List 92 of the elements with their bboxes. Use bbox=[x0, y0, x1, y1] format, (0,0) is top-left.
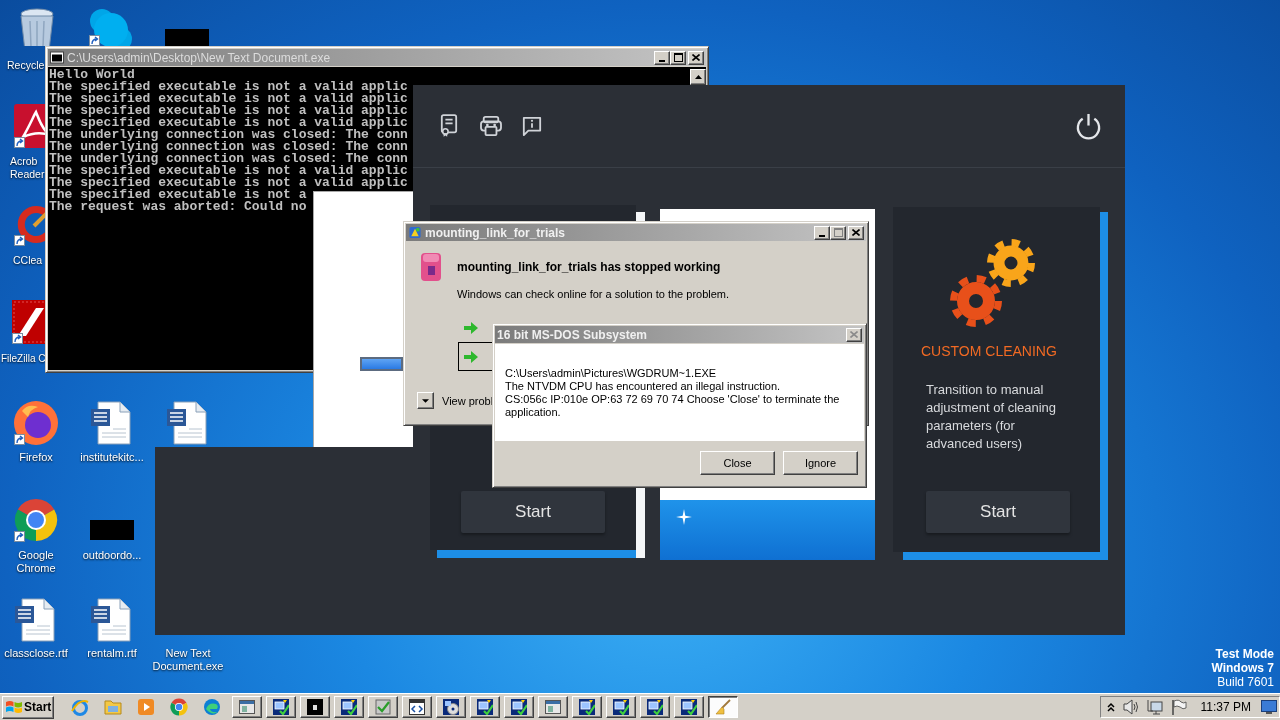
minimize-icon bbox=[659, 59, 665, 62]
installer-icon bbox=[647, 699, 663, 715]
window-icon bbox=[239, 699, 255, 715]
document-icon[interactable] bbox=[90, 598, 134, 642]
desktop-notice: Windows 7 bbox=[1211, 661, 1274, 675]
icon-label[interactable]: New Text Document.exe bbox=[149, 647, 227, 673]
minimize-icon bbox=[819, 234, 825, 237]
details-toggle-button[interactable] bbox=[417, 392, 434, 409]
card-description: Transition to manual adjustment of cleaning parameters (for advanced users) bbox=[926, 381, 1058, 453]
window-title: mounting_link_for_trials bbox=[425, 225, 566, 240]
window-title: 16 bit MS-DOS Subsystem bbox=[497, 327, 648, 342]
close-button[interactable] bbox=[848, 225, 864, 240]
chevron-up-icon[interactable] bbox=[1106, 702, 1115, 712]
speaker-icon[interactable] bbox=[1122, 699, 1139, 715]
window-title: C:\Users\admin\Desktop\New Text Document.exe bbox=[67, 50, 331, 65]
icon-label[interactable]: Google Chrome bbox=[3, 549, 69, 575]
icon-label[interactable]: classclose.rtf bbox=[4, 647, 68, 660]
dialog-heading: mounting_link_for_trials has stopped working bbox=[457, 260, 721, 274]
taskbar-button[interactable] bbox=[708, 696, 738, 718]
certificate-icon[interactable] bbox=[440, 114, 458, 138]
close-button[interactable]: Close bbox=[700, 451, 775, 475]
ftp-app-icon[interactable] bbox=[12, 300, 45, 344]
icon-label[interactable]: CClea bbox=[13, 254, 43, 267]
installer-icon bbox=[613, 699, 629, 715]
start-button[interactable]: Start bbox=[2, 695, 54, 719]
sparkle-icon bbox=[676, 509, 692, 525]
printer-icon[interactable] bbox=[480, 116, 502, 136]
console-line: The specified executable is not a valid applic bbox=[49, 79, 408, 94]
gears-icon bbox=[949, 238, 1037, 328]
power-icon[interactable] bbox=[1075, 112, 1102, 140]
start-button[interactable]: Start bbox=[461, 491, 605, 533]
network-icon[interactable] bbox=[1146, 699, 1163, 715]
close-icon bbox=[850, 331, 858, 338]
installer-icon bbox=[273, 699, 289, 715]
code-window-icon bbox=[409, 699, 425, 715]
document-icon[interactable] bbox=[14, 598, 58, 642]
caret-down-icon bbox=[422, 398, 429, 403]
icon-label[interactable]: Acrob Reader bbox=[10, 155, 46, 181]
arrow-right-icon bbox=[463, 349, 479, 364]
minimize-button[interactable] bbox=[814, 225, 830, 240]
checkmark-icon bbox=[375, 699, 391, 715]
browser-icon[interactable] bbox=[14, 401, 58, 445]
browser-icon[interactable] bbox=[170, 698, 188, 716]
icon-label[interactable]: outdoordo... bbox=[82, 549, 142, 562]
desktop-notice: Test Mode bbox=[1215, 647, 1274, 661]
console-icon bbox=[307, 699, 323, 715]
document-icon[interactable] bbox=[90, 401, 134, 445]
icon-label[interactable]: Recycle bbox=[7, 59, 45, 72]
pdf-app-icon[interactable] bbox=[14, 104, 45, 148]
details-label[interactable]: View probl bbox=[442, 394, 494, 407]
minimize-button[interactable] bbox=[654, 50, 670, 65]
icon-label[interactable]: rentalm.rtf bbox=[87, 647, 137, 660]
monitor-icon[interactable] bbox=[1261, 700, 1277, 714]
thumbnail-image[interactable] bbox=[165, 29, 209, 46]
error-message: C:\Users\admin\Pictures\WGDRUM~1.EXE The NTVDM CPU has encountered an illegal instruction. CS:056c IP:010e OP:63 72 69 70 74 Choose 'Close' to terminate the application. bbox=[505, 367, 840, 419]
broom-icon bbox=[715, 699, 731, 715]
console-icon bbox=[50, 51, 64, 64]
installer-icon bbox=[681, 699, 697, 715]
start-button[interactable]: Start bbox=[926, 491, 1070, 533]
info-bubble-icon[interactable] bbox=[522, 116, 542, 136]
arrow-right-icon bbox=[463, 320, 479, 335]
icon-label[interactable]: Firefox bbox=[19, 451, 53, 464]
app-icon bbox=[420, 252, 442, 282]
scroll-up-button[interactable] bbox=[690, 69, 706, 85]
document-icon[interactable] bbox=[166, 401, 210, 445]
window-icon bbox=[545, 699, 561, 715]
flag-icon[interactable] bbox=[1170, 699, 1187, 715]
installer-icon bbox=[477, 699, 493, 715]
app-icon bbox=[408, 226, 422, 239]
maximize-icon bbox=[673, 53, 683, 62]
card-title: CUSTOM CLEANING bbox=[921, 343, 1057, 359]
maximize-icon bbox=[833, 228, 843, 237]
thumbnail-image[interactable] bbox=[90, 520, 134, 540]
icon-label[interactable]: institutekitc... bbox=[80, 451, 144, 464]
maximize-button[interactable] bbox=[670, 50, 686, 65]
dialog-message: Windows can check online for a solution to the problem. bbox=[457, 288, 730, 301]
close-icon bbox=[692, 54, 700, 61]
close-icon bbox=[852, 229, 860, 236]
maximize-button[interactable] bbox=[830, 225, 846, 240]
console-line: Hello World bbox=[49, 67, 135, 82]
close-button[interactable] bbox=[846, 327, 862, 342]
ignore-button[interactable]: Ignore bbox=[783, 451, 858, 475]
caret-up-icon bbox=[694, 75, 702, 79]
icon-label[interactable]: FileZilla C bbox=[1, 352, 46, 365]
browser-icon[interactable] bbox=[14, 498, 58, 542]
clock[interactable]: 11:37 PM bbox=[1200, 700, 1251, 714]
close-button[interactable] bbox=[688, 50, 704, 65]
installer-icon bbox=[341, 699, 357, 715]
windows-flag-icon bbox=[6, 700, 22, 714]
desktop-notice: Build 7601 bbox=[1217, 675, 1274, 689]
installer-icon bbox=[579, 699, 595, 715]
installer-icon bbox=[511, 699, 527, 715]
